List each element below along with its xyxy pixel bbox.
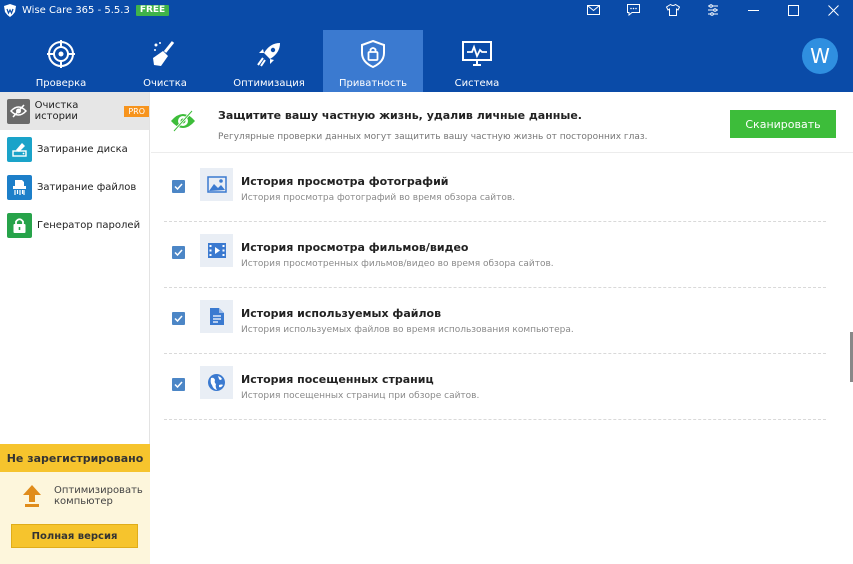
registration-panel: Не зарегистрировано Оптимизировать компь… <box>0 444 150 564</box>
unregistered-title: Не зарегистрировано <box>0 444 150 472</box>
list-item: История просмотра фотографий История про… <box>164 156 826 222</box>
main-panel: Защитите вашу частную жизнь, удалив личн… <box>151 92 853 564</box>
optimize-promo[interactable]: Оптимизировать компьютер <box>0 472 150 508</box>
tab-label: Проверка <box>35 78 87 89</box>
full-version-button[interactable]: Полная версия <box>11 524 138 548</box>
maximize-icon[interactable] <box>773 0 813 20</box>
film-icon <box>200 234 233 267</box>
padlock-icon <box>7 212 32 238</box>
minimize-icon[interactable] <box>733 0 773 20</box>
app-logo-icon <box>3 3 17 17</box>
item-title: История используемых файлов <box>241 307 442 320</box>
optimize-text-line2: компьютер <box>54 496 113 507</box>
checkbox-file-history[interactable] <box>172 312 185 325</box>
optimize-text-line1: Оптимизировать <box>54 485 143 496</box>
item-description: История просмотренных фильмов/видео во в… <box>241 259 554 269</box>
checkbox-video-history[interactable] <box>172 246 185 259</box>
skin-icon[interactable] <box>653 0 693 20</box>
checkbox-photo-history[interactable] <box>172 180 185 193</box>
checkbox-page-history[interactable] <box>172 378 185 391</box>
list-item: История используемых файлов История испо… <box>164 288 826 354</box>
window-title: Wise Care 365 - 5.5.3 <box>22 4 130 16</box>
globe-icon <box>200 366 233 399</box>
tab-cleaner[interactable]: Очистка <box>115 30 215 92</box>
scan-button[interactable]: Сканировать <box>730 110 836 138</box>
tab-label: Очистка <box>143 78 187 89</box>
image-icon <box>200 168 233 201</box>
tab-privacy[interactable]: Приватность <box>323 30 423 92</box>
sidebar: Очистка истории PRO Затирание диска Зати… <box>0 92 150 564</box>
broom-icon <box>150 39 180 69</box>
privacy-eye-icon <box>169 109 197 133</box>
tab-system[interactable]: Система <box>427 30 527 92</box>
sidebar-item-label: Затирание диска <box>37 143 128 155</box>
sidebar-item-label: Затирание файлов <box>37 181 137 193</box>
sidebar-item-file-shredder[interactable]: Затирание файлов <box>0 168 149 206</box>
shredder-icon <box>7 174 32 200</box>
sidebar-item-label: Генератор паролей <box>37 219 141 231</box>
list-item: История посещенных страниц История посещ… <box>164 354 826 420</box>
mail-icon[interactable] <box>573 0 613 20</box>
title-bar: Wise Care 365 - 5.5.3 FREE <box>0 0 853 20</box>
pro-badge: PRO <box>124 105 149 117</box>
avatar[interactable]: W <box>802 38 838 74</box>
history-items-list: История просмотра фотографий История про… <box>164 156 826 420</box>
rocket-icon <box>254 39 284 69</box>
lock-shield-icon <box>358 39 388 69</box>
tab-label: Приватность <box>338 78 408 89</box>
up-arrow-icon <box>22 484 42 508</box>
free-badge: FREE <box>135 4 170 16</box>
close-icon[interactable] <box>813 0 853 20</box>
list-item: История просмотра фильмов/видео История … <box>164 222 826 288</box>
disk-eraser-icon <box>7 136 32 162</box>
sidebar-item-disk-eraser[interactable]: Затирание диска <box>0 130 149 168</box>
item-description: История просмотра фотографий во время об… <box>241 193 516 203</box>
banner-subtitle: Регулярные проверки данных могут защитит… <box>218 132 648 142</box>
document-icon <box>200 300 233 333</box>
sidebar-item-password-generator[interactable]: Генератор паролей <box>0 206 149 244</box>
banner-title: Защитите вашу частную жизнь, удалив личн… <box>218 109 582 122</box>
tab-optimization[interactable]: Оптимизация <box>219 30 319 92</box>
tab-label: Оптимизация <box>233 78 305 89</box>
sidebar-item-history-cleaner[interactable]: Очистка истории PRO <box>0 92 149 130</box>
radar-icon <box>46 39 76 69</box>
item-title: История посещенных страниц <box>241 373 434 386</box>
eye-slash-icon <box>7 98 30 124</box>
privacy-banner: Защитите вашу частную жизнь, удалив личн… <box>151 92 853 153</box>
main-nav: Проверка Очистка Оптимизация Приватность… <box>0 20 853 92</box>
item-title: История просмотра фильмов/видео <box>241 241 469 254</box>
settings-icon[interactable] <box>693 0 733 20</box>
item-title: История просмотра фотографий <box>241 175 449 188</box>
sidebar-item-label: Очистка истории <box>34 100 79 122</box>
tab-check[interactable]: Проверка <box>11 30 111 92</box>
item-description: История посещенных страниц при обзоре са… <box>241 391 480 401</box>
feedback-icon[interactable] <box>613 0 653 20</box>
item-description: История используемых файлов во время исп… <box>241 325 574 335</box>
monitor-icon <box>462 39 492 69</box>
tab-label: Система <box>454 78 500 89</box>
